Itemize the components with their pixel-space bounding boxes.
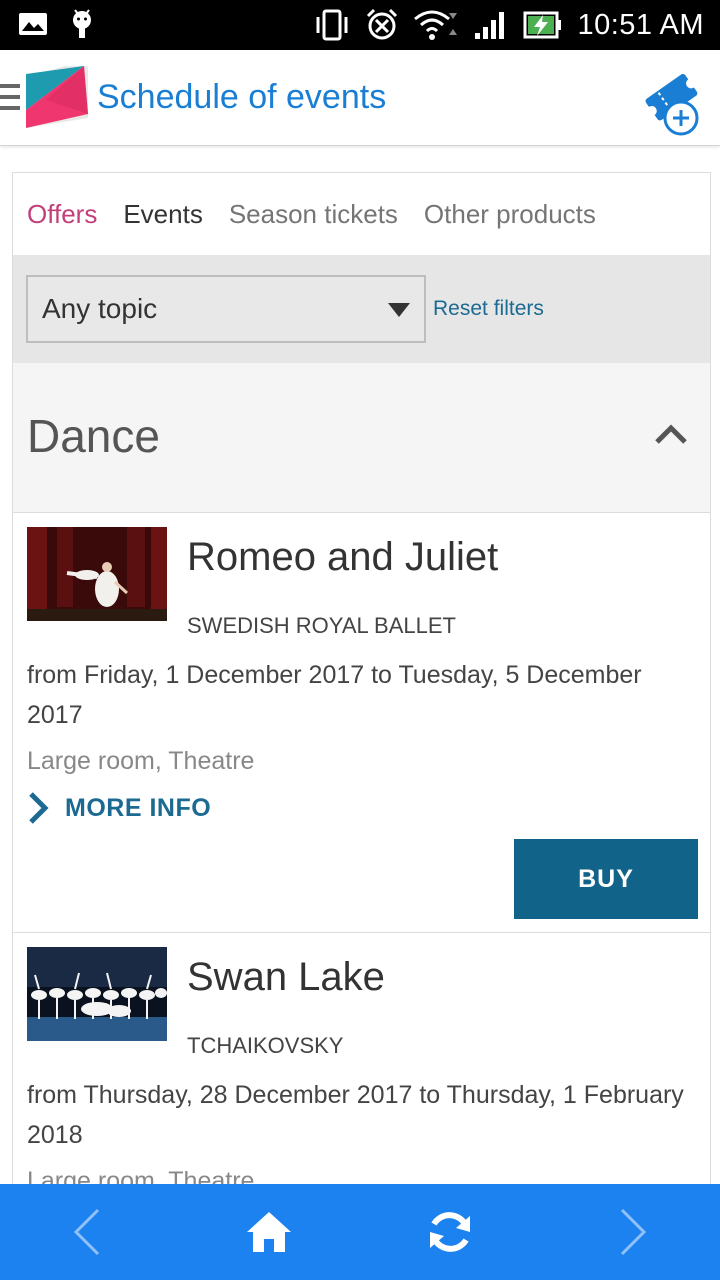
- status-time: 10:51 AM: [577, 8, 704, 41]
- event-title[interactable]: Swan Lake: [187, 955, 385, 1000]
- dropdown-arrow-icon: [388, 303, 410, 317]
- more-info-link[interactable]: MORE INFO: [27, 791, 211, 825]
- chevron-up-icon[interactable]: [654, 423, 688, 445]
- topic-select-value: Any topic: [42, 293, 158, 324]
- content-card: Offers Events Season tickets Other produ…: [12, 172, 711, 1192]
- tab-events[interactable]: Events: [123, 199, 203, 230]
- tab-bar: Offers Events Season tickets Other produ…: [13, 173, 710, 255]
- add-ticket-icon[interactable]: [642, 68, 704, 136]
- forward-icon[interactable]: [606, 1206, 658, 1258]
- vibrate-icon: [316, 9, 348, 41]
- section-header[interactable]: Dance: [13, 363, 710, 513]
- status-bar: 10:51 AM: [0, 0, 720, 50]
- event-item: Swan Lake TCHAIKOVSKY from Thursday, 28 …: [13, 933, 710, 1191]
- tab-season-tickets[interactable]: Season tickets: [229, 199, 398, 230]
- signal-icon: [475, 12, 505, 39]
- filter-bar: Any topic Reset filters: [13, 255, 710, 363]
- back-icon[interactable]: [62, 1206, 114, 1258]
- reset-filters-link[interactable]: Reset filters: [433, 297, 544, 321]
- refresh-icon[interactable]: [424, 1206, 476, 1258]
- alarm-icon: [367, 8, 398, 40]
- hamburger-menu-icon[interactable]: [0, 84, 22, 114]
- event-subtitle: SWEDISH ROYAL BALLET: [187, 613, 456, 638]
- event-dates: from Thursday, 28 December 2017 to Thurs…: [27, 1081, 684, 1149]
- tab-other-products[interactable]: Other products: [424, 199, 596, 230]
- event-thumbnail[interactable]: [27, 527, 167, 621]
- event-item: Romeo and Juliet SWEDISH ROYAL BALLET fr…: [13, 513, 710, 933]
- event-subtitle: TCHAIKOVSKY: [187, 1033, 344, 1058]
- more-info-label: MORE INFO: [65, 793, 212, 822]
- wifi-icon: [414, 10, 458, 40]
- app-title: Schedule of events: [97, 78, 387, 116]
- image-icon: [19, 13, 47, 35]
- home-icon[interactable]: [243, 1206, 295, 1258]
- event-dates: from Friday, 1 December 2017 to Tuesday,…: [27, 661, 642, 729]
- chevron-right-icon: [29, 792, 49, 824]
- app-logo: [26, 66, 88, 128]
- section-title: Dance: [27, 410, 160, 462]
- battery-charging-icon: [523, 11, 562, 39]
- buy-button[interactable]: BUY: [514, 839, 698, 919]
- app-bar: Schedule of events: [0, 50, 720, 146]
- event-thumbnail[interactable]: [27, 947, 167, 1041]
- tab-offers[interactable]: Offers: [27, 199, 97, 230]
- event-venue: Large room, Theatre: [27, 747, 255, 775]
- event-title[interactable]: Romeo and Juliet: [187, 535, 498, 580]
- android-debug-icon: [73, 9, 91, 38]
- bottom-navigation: [0, 1184, 720, 1280]
- topic-select[interactable]: Any topic: [26, 275, 426, 343]
